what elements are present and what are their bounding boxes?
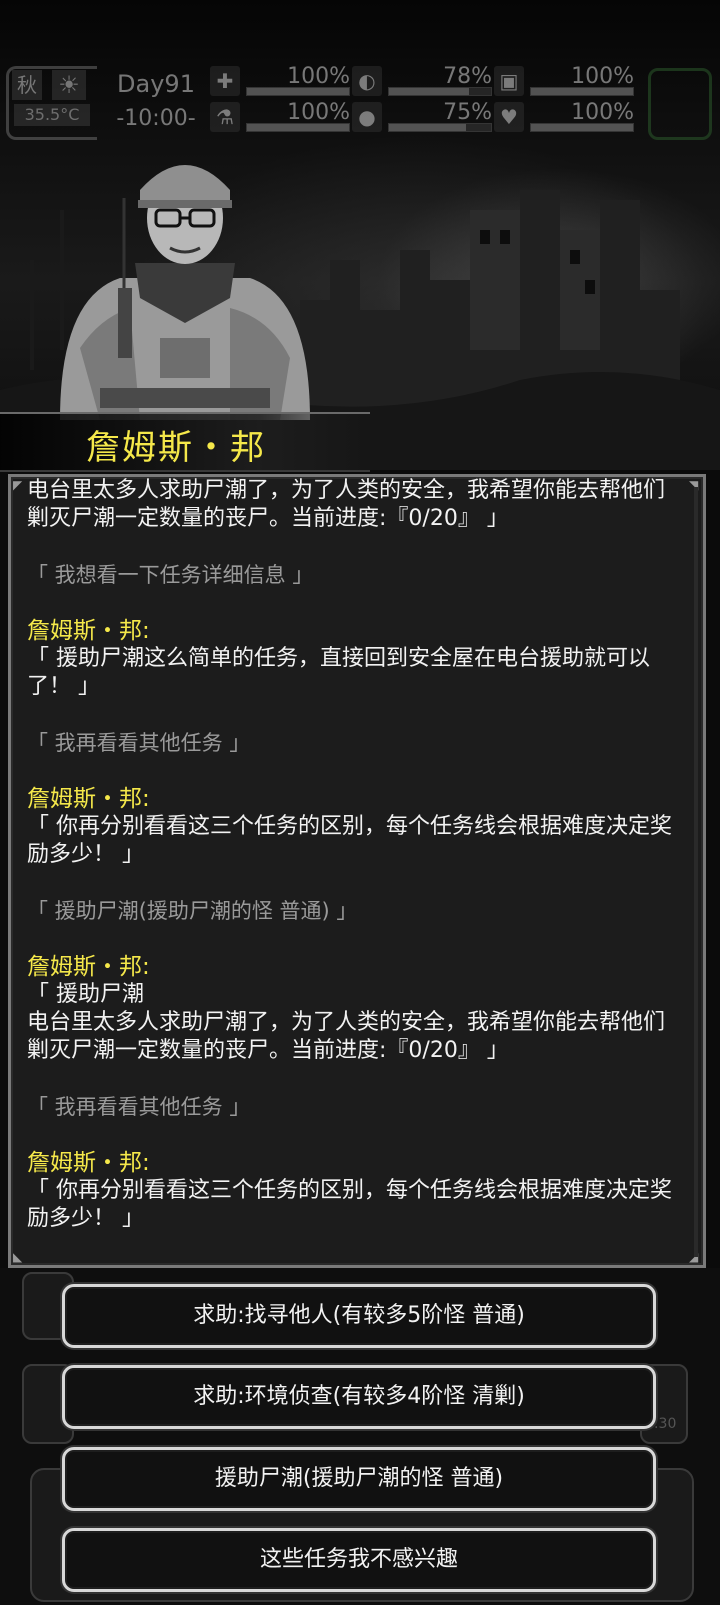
dialog-log-panel[interactable]: ◤ ◥ ◣ ◢ 电台里太多人求助尸潮了，为了人类的安全，我希望你能去帮他们剿灭尸…	[8, 474, 706, 1268]
status-hud: 秋 ☀ 35.5°C Day91 -10:00- ✚ 100% ◐ 78% ▣ …	[0, 62, 720, 142]
npc-name-plate: 詹姆斯・邦	[0, 412, 370, 472]
option-aid-zombie-horde-button[interactable]: 援助尸潮(援助尸潮的怪 普通)	[62, 1447, 656, 1511]
dialog-choice: 「 我再看看其他任务 」	[27, 731, 251, 755]
stat-thirst: ● 75%	[352, 100, 492, 134]
dialog-speaker: 詹姆斯・邦:	[27, 1150, 150, 1176]
dialog-speaker: 詹姆斯・邦:	[27, 618, 150, 644]
stat-mood: ♥ 100%	[494, 100, 634, 134]
dialog-speaker: 詹姆斯・邦:	[27, 786, 150, 812]
equipment-slot	[648, 68, 712, 140]
dialog-choice: 「 援助尸潮(援助尸潮的怪 普通) 」	[27, 899, 358, 923]
corner-ornament-icon: ◤	[13, 478, 23, 492]
stomach-icon: ◐	[352, 66, 382, 96]
dialog-reply: 「 你再分别看看这三个任务的区别，每个任务线会根据难度决定奖励多少！ 」	[27, 1178, 672, 1231]
shield-icon: ▣	[494, 66, 524, 96]
option-find-survivors-button[interactable]: 求助:找寻他人(有较多5阶怪 普通)	[62, 1284, 656, 1348]
temperature-readout: 35.5°C	[14, 104, 90, 126]
dialog-content: 电台里太多人求助尸潮了，为了人类的安全，我希望你能去帮他们剿灭尸潮一定数量的丧尸…	[27, 477, 681, 1233]
sun-icon: ☀	[52, 70, 86, 100]
dialog-reply: 「 你再分别看看这三个任务的区别，每个任务线会根据难度决定奖励多少！ 」	[27, 814, 672, 867]
water-drop-icon: ●	[352, 102, 382, 132]
season-badge: 秋	[12, 70, 42, 100]
medkit-icon: ✚	[210, 66, 240, 96]
option-environment-scout-button[interactable]: 求助:环境侦查(有较多4阶怪 清剿)	[62, 1365, 656, 1429]
day-counter: Day91	[117, 70, 195, 98]
heart-icon: ♥	[494, 102, 524, 132]
stat-health: ✚ 100%	[210, 64, 350, 98]
dialog-intro-text: 电台里太多人求助尸潮了，为了人类的安全，我希望你能去帮他们剿灭尸潮一定数量的丧尸…	[27, 478, 666, 531]
option-not-interested-button[interactable]: 这些任务我不感兴趣	[62, 1528, 656, 1592]
dialog-reply: 「 援助尸潮这么简单的任务，直接回到安全屋在电台援助就可以了！ 」	[27, 646, 650, 699]
stat-armor: ▣ 100%	[494, 64, 634, 98]
corner-ornament-icon: ◣	[13, 1250, 23, 1264]
stat-hunger: ◐ 78%	[352, 64, 492, 98]
dialog-choice: 「 我再看看其他任务 」	[27, 1095, 251, 1119]
npc-name: 詹姆斯・邦	[86, 428, 266, 468]
flask-icon: ⚗	[210, 102, 240, 132]
dialog-reply: 「 援助尸潮 电台里太多人求助尸潮了，为了人类的安全，我希望你能去帮他们剿灭尸潮…	[27, 982, 666, 1063]
dialog-scrollbar[interactable]	[694, 487, 698, 1257]
dialog-choice: 「 我想看一下任务详细信息 」	[27, 563, 314, 587]
stat-infection: ⚗ 100%	[210, 100, 350, 134]
npc-portrait	[60, 165, 310, 420]
time-readout: -10:00-	[116, 106, 196, 131]
dialog-speaker: 詹姆斯・邦:	[27, 954, 150, 980]
